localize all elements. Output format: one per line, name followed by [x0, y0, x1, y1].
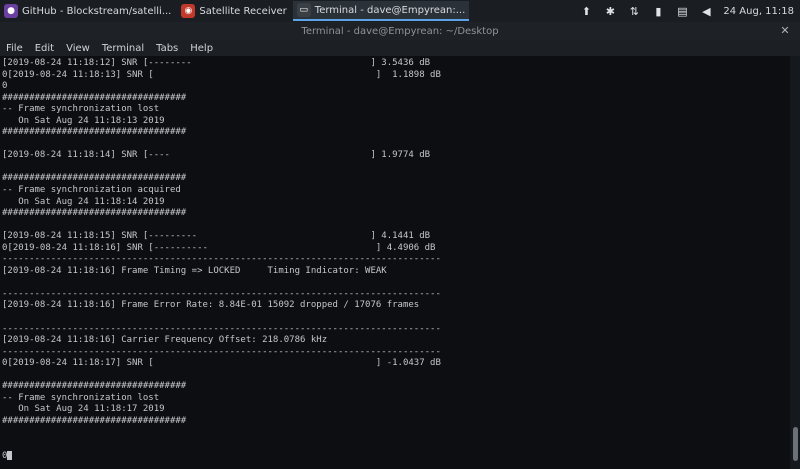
window-titlebar[interactable]: Terminal - dave@Empyrean: ~/Desktop ✕	[0, 22, 800, 40]
terminal-line: ----------------------------------------…	[2, 323, 441, 334]
terminal-line: -- Frame synchronization acquired	[2, 185, 181, 196]
terminal-line: ----------------------------------------…	[2, 288, 441, 299]
terminal-line: 0	[2, 450, 441, 463]
terminal-line: [2019-08-24 11:18:14] SNR [---- ] 1.9774…	[2, 150, 431, 161]
network-icon[interactable]: ⇅	[627, 4, 641, 18]
task-firefox[interactable]: ● GitHub - Blockstream/satelli...	[0, 1, 175, 21]
terminal-line: 0[2019-08-24 11:18:16] SNR [---------- ]…	[2, 242, 436, 253]
system-tray: ⬆ ✱ ⇅ ▮ ▤ ◀ 24 Aug, 11:18	[579, 0, 794, 22]
terminal-line: 0	[2, 81, 8, 92]
terminal-output[interactable]: [2019-08-24 11:18:12] SNR [-------- ] 3.…	[0, 56, 790, 469]
menu-tabs[interactable]: Tabs	[156, 43, 178, 54]
terminal-line: On Sat Aug 24 11:18:14 2019	[2, 196, 165, 207]
task-label: GitHub - Blockstream/satelli...	[22, 5, 172, 17]
clipboard-icon[interactable]: ▤	[675, 4, 689, 18]
close-icon[interactable]: ✕	[778, 24, 792, 38]
firefox-icon: ●	[4, 4, 18, 18]
terminal-line: -- Frame synchronization lost	[2, 392, 160, 403]
menu-terminal[interactable]: Terminal	[102, 43, 144, 54]
task-label: Terminal - dave@Empyrean:...	[314, 4, 466, 16]
upload-arrow-icon[interactable]: ⬆	[579, 4, 593, 18]
window-title: Terminal - dave@Empyrean: ~/Desktop	[301, 25, 499, 37]
task-label: Satellite Receiver	[199, 5, 287, 17]
terminal-line: [2019-08-24 11:18:15] SNR [--------- ] 4…	[2, 231, 431, 242]
terminal-line: ##################################	[2, 208, 187, 219]
clock[interactable]: 24 Aug, 11:18	[723, 6, 794, 17]
terminal-line: [2019-08-24 11:18:12] SNR [-------- ] 3.…	[2, 58, 431, 68]
battery-icon[interactable]: ▮	[651, 4, 665, 18]
scrollbar-thumb[interactable]	[793, 427, 798, 461]
volume-icon[interactable]: ◀	[699, 4, 713, 18]
terminal-line: ##################################	[2, 381, 187, 392]
terminal-line: [2019-08-24 11:18:16] Carrier Frequency …	[2, 335, 328, 346]
terminal-line: ##################################	[2, 173, 187, 184]
terminal-line: [2019-08-24 11:18:16] Frame Error Rate: …	[2, 300, 420, 311]
top-panel: ● GitHub - Blockstream/satelli... ◉ Sate…	[0, 0, 800, 23]
terminal-line: ----------------------------------------…	[2, 346, 441, 357]
task-chrome[interactable]: ◉ Satellite Receiver	[177, 1, 290, 21]
menu-help[interactable]: Help	[190, 43, 213, 54]
terminal-line: -- Frame synchronization lost	[2, 104, 160, 115]
task-terminal[interactable]: ▭ Terminal - dave@Empyrean:...	[292, 1, 470, 21]
terminal-line: On Sat Aug 24 11:18:17 2019	[2, 404, 165, 415]
menu-bar: File Edit View Terminal Tabs Help	[0, 40, 800, 56]
bluetooth-icon[interactable]: ✱	[603, 4, 617, 18]
terminal-line: [2019-08-24 11:18:16] Frame Timing => LO…	[2, 265, 387, 276]
text-cursor	[7, 450, 13, 460]
chrome-icon: ◉	[181, 4, 196, 18]
scrollbar[interactable]	[790, 56, 800, 469]
terminal-line: ##################################	[2, 127, 187, 138]
menu-file[interactable]: File	[6, 43, 23, 54]
terminal-line: 0[2019-08-24 11:18:13] SNR [ ] 1.1898 dB	[2, 69, 441, 80]
menu-edit[interactable]: Edit	[35, 43, 54, 54]
menu-view[interactable]: View	[66, 43, 90, 54]
terminal-text: [2019-08-24 11:18:12] SNR [-------- ] 3.…	[2, 58, 441, 462]
terminal-line: ##################################	[2, 92, 187, 103]
terminal-line: ----------------------------------------…	[2, 254, 441, 265]
terminal-line: On Sat Aug 24 11:18:13 2019	[2, 115, 165, 126]
terminal-line: ##################################	[2, 415, 187, 426]
terminal-line: 0[2019-08-24 11:18:17] SNR [ ] -1.0437 d…	[2, 358, 441, 369]
terminal-icon: ▭	[296, 3, 311, 17]
